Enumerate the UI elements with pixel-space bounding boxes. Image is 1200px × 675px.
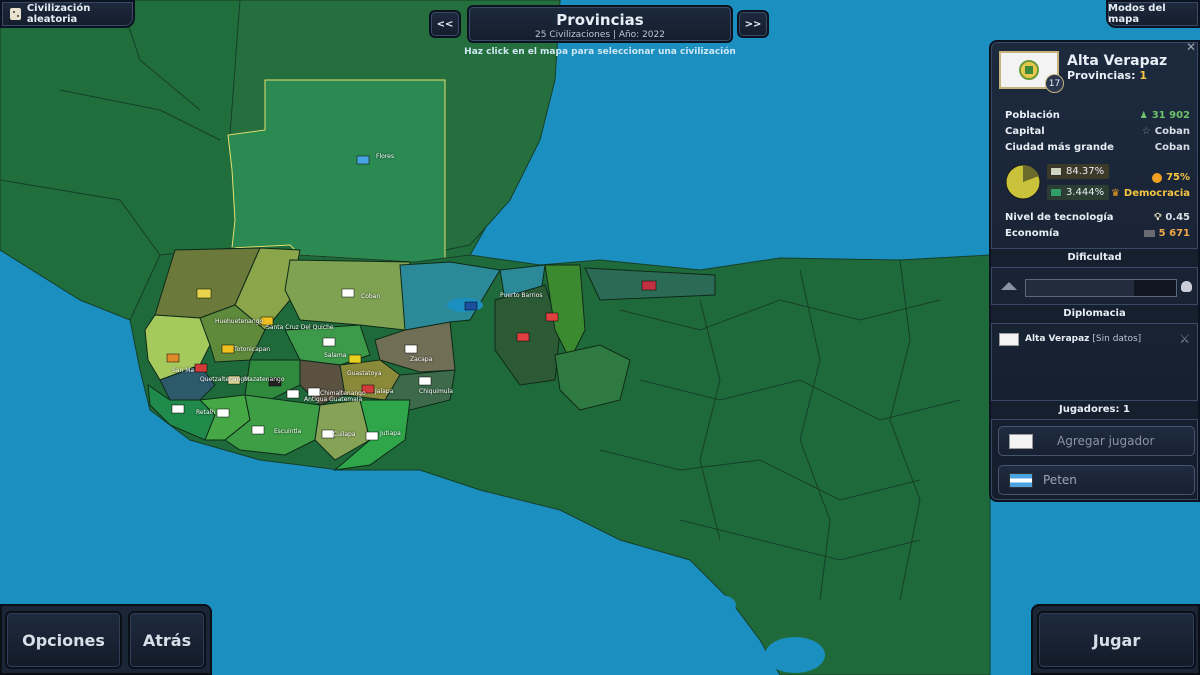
map-label-totonicapan: Totonicapan	[234, 346, 271, 353]
star-icon: ☆	[1141, 126, 1151, 137]
page-subtitle: 25 Civilizaciones | Año: 2022	[535, 30, 665, 40]
largest-city-value: Coban	[1154, 142, 1190, 153]
government-row: ♛ Democracia	[1111, 188, 1190, 199]
play-button[interactable]: Jugar	[1037, 611, 1196, 669]
back-button[interactable]: Atrás	[128, 611, 206, 669]
money-icon	[1050, 167, 1062, 176]
difficulty-header: Dificultad	[991, 248, 1198, 268]
map-label-quiche: Santa Cruz Del Quiche	[266, 324, 334, 331]
population-icon: ♟	[1139, 110, 1148, 121]
map-label-jalapa: Jalapa	[375, 388, 394, 395]
economy-row: Economía 5 671	[1005, 228, 1190, 239]
population-row: Población ♟ 31 902	[1005, 110, 1190, 121]
map-modes-label: Modos del mapa	[1108, 3, 1166, 25]
difficulty-slider[interactable]	[1025, 279, 1177, 297]
player-flag-icon	[1009, 433, 1033, 449]
diplomacy-status: [Sin datos]	[1092, 334, 1142, 344]
difficulty-fill	[1026, 280, 1134, 296]
next-mode-button[interactable]: >>	[737, 10, 769, 38]
map-label-coban: Coban	[361, 293, 381, 300]
map-label-jutiapa: Jutiapa	[380, 430, 401, 437]
lightbulb-icon: 💡︎	[1154, 212, 1162, 223]
map-label-flores: Flores	[376, 153, 394, 160]
map-label-escuintla: Escuintla	[274, 428, 302, 435]
diplomacy-entry[interactable]: Alta Verapaz [Sin datos] ⚔︎	[999, 331, 1190, 347]
tech-row: Nivel de tecnología 💡︎ 0.45	[1005, 212, 1190, 223]
map-label-zacapa: Zacapa	[410, 356, 433, 363]
tech-value: 0.45	[1165, 212, 1190, 223]
map-label-san-marcos: San Ma	[172, 367, 195, 374]
player-name: Peten	[1043, 473, 1077, 487]
civilization-panel: ✕ 17 Alta Verapaz Provincias: 1 Població…	[989, 40, 1200, 502]
alliance-icon: ⚔︎	[1179, 332, 1190, 346]
page-title: Provincias	[556, 11, 644, 29]
stat-1-value: 84.37%	[1066, 166, 1105, 177]
provinces-label: Provincias:	[1067, 69, 1136, 82]
civ-level-badge: 17	[1045, 74, 1064, 93]
happiness-value: 75%	[1166, 172, 1190, 183]
happiness-icon	[1152, 172, 1163, 183]
shield-icon	[1050, 188, 1062, 197]
add-player-button[interactable]: Agregar jugador	[998, 426, 1195, 456]
map-label-retalhuleu: Retalh	[196, 409, 216, 416]
capital-value: Coban	[1154, 126, 1190, 137]
peten-flag-icon	[1009, 472, 1033, 488]
largest-city-row: Ciudad más grande Coban	[1005, 142, 1190, 153]
tech-label: Nivel de tecnología	[1005, 212, 1114, 223]
close-icon[interactable]: ✕	[1186, 42, 1196, 54]
map-label-guastatoya: Guastatoya	[347, 370, 382, 377]
players-header: Jugadores: 1	[991, 400, 1198, 420]
map-label-mazatenango: Mazatenango	[244, 376, 285, 383]
options-button[interactable]: Opciones	[5, 611, 122, 669]
random-civilization-button[interactable]: Civilización aleatoria	[0, 0, 135, 28]
random-civilization-label: Civilización aleatoria	[26, 3, 91, 25]
diplomacy-flag-icon	[999, 332, 1019, 346]
civ-provinces: Provincias: 1	[1067, 69, 1147, 82]
map-label-puerto-barrios: Puerto Barrios	[500, 292, 543, 299]
factory-icon	[1143, 230, 1155, 237]
dice-icon	[10, 8, 21, 20]
largest-city-label: Ciudad más grande	[1005, 142, 1114, 153]
mountain-icon	[1001, 282, 1017, 290]
stat-2-value: 3.444%	[1066, 187, 1105, 198]
map-label-chiquimula: Chiquimula	[419, 388, 453, 395]
government-value: Democracia	[1123, 188, 1190, 199]
capital-label: Capital	[1005, 126, 1045, 137]
crown-icon: ♛	[1110, 188, 1120, 199]
add-player-label: Agregar jugador	[1057, 434, 1155, 448]
map-label-salama: Salama	[324, 352, 347, 359]
prev-mode-button[interactable]: <<	[429, 10, 461, 38]
stat-chip-1: 84.37%	[1047, 164, 1109, 179]
diplomacy-header: Diplomacia	[991, 304, 1198, 324]
map-label-huehuetenango: Huehuetenango	[215, 318, 264, 325]
civ-name: Alta Verapaz	[1067, 53, 1168, 69]
economy-label: Economía	[1005, 228, 1060, 239]
population-value: 31 902	[1151, 110, 1190, 121]
capital-row: Capital ☆ Coban	[1005, 126, 1190, 137]
diplomacy-civ-name: Alta Verapaz	[1025, 334, 1090, 344]
player-peten[interactable]: Peten	[998, 465, 1195, 495]
stat-chip-2: 3.444%	[1047, 185, 1109, 200]
map-label-cuilapa: Cuilapa	[333, 431, 356, 438]
map-modes-button[interactable]: Modos del mapa	[1106, 0, 1200, 28]
map-label-antigua: Antigua Guatemala	[304, 396, 363, 403]
map-label-quetzaltenango: Quetzaltenango	[200, 376, 248, 383]
population-label: Población	[1005, 110, 1060, 121]
stats-pie-icon	[1005, 164, 1041, 200]
mode-title-box: Provincias 25 Civilizaciones | Año: 2022	[467, 5, 733, 43]
economy-value: 5 671	[1158, 228, 1190, 239]
provinces-value: 1	[1139, 69, 1147, 82]
skull-icon	[1181, 281, 1192, 292]
happiness-row: 75%	[1131, 172, 1190, 183]
